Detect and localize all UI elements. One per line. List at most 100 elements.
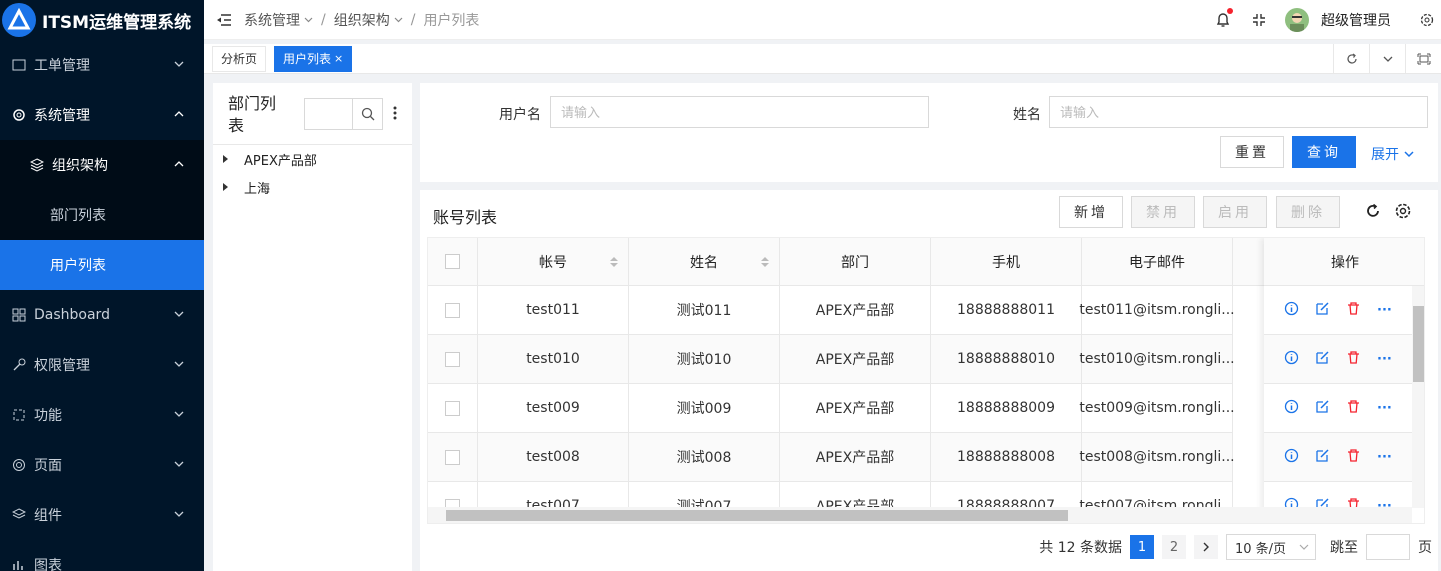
tab-analysis[interactable]: 分析页 xyxy=(212,45,267,72)
table-row[interactable]: test009 测试009 APEX产品部 18888888009 test00… xyxy=(428,384,1235,433)
scrollbar-thumb[interactable] xyxy=(446,510,1068,521)
expand-label: 展开 xyxy=(1371,147,1399,163)
chevron-down-icon[interactable] xyxy=(1369,44,1405,74)
select-all-checkbox[interactable] xyxy=(445,254,460,269)
chevron-down-icon xyxy=(174,357,184,373)
function-icon xyxy=(10,406,28,424)
tree-node[interactable]: 上海 xyxy=(213,173,412,201)
tree-node[interactable]: APEX产品部 xyxy=(213,145,412,173)
row-checkbox[interactable] xyxy=(445,400,460,416)
disable-button[interactable]: 禁用 xyxy=(1131,196,1195,228)
sidebar-item-functions[interactable]: 功能 xyxy=(0,390,204,440)
reset-button[interactable]: 重置 xyxy=(1220,136,1284,168)
delete-icon[interactable] xyxy=(1346,301,1361,320)
sidebar-item-pages[interactable]: 页面 xyxy=(0,440,204,490)
bell-icon[interactable] xyxy=(1205,8,1241,28)
column-header-label: 姓名 xyxy=(690,254,718,271)
username-input[interactable] xyxy=(550,96,929,128)
table-row[interactable]: test011 测试011 APEX产品部 18888888011 test01… xyxy=(428,286,1235,335)
sidebar-item-tickets[interactable]: 工单管理 xyxy=(0,40,204,90)
edit-icon[interactable] xyxy=(1315,448,1330,467)
more-icon[interactable]: ··· xyxy=(1377,401,1392,416)
page-unit-label: 页 xyxy=(1418,540,1432,556)
jump-input[interactable] xyxy=(1366,534,1410,560)
close-icon[interactable]: × xyxy=(334,52,343,65)
expand-link[interactable]: 展开 xyxy=(1371,144,1415,164)
info-icon[interactable] xyxy=(1284,301,1299,320)
top-header: 系统管理 / 组织架构 / 用户列表 超级管理员 xyxy=(204,0,1441,40)
tab-user-list[interactable]: 用户列表 × xyxy=(274,45,353,72)
avatar[interactable] xyxy=(1285,8,1309,32)
more-icon[interactable]: ··· xyxy=(1377,303,1392,318)
vertical-scrollbar[interactable] xyxy=(1412,286,1424,508)
header-actions: 超级管理员 xyxy=(1205,0,1441,40)
sidebar-item-components[interactable]: 组件 xyxy=(0,490,204,540)
name-input[interactable] xyxy=(1049,96,1428,128)
info-icon[interactable] xyxy=(1284,448,1299,467)
row-actions: ··· xyxy=(1264,335,1424,384)
pagination-total: 共 12 条数据 xyxy=(1039,540,1122,556)
delete-icon[interactable] xyxy=(1346,399,1361,418)
edit-icon[interactable] xyxy=(1315,399,1330,418)
dept-search xyxy=(304,98,383,130)
expand-icon[interactable] xyxy=(1405,44,1441,74)
page-button[interactable]: 2 xyxy=(1162,535,1186,559)
chevron-down-icon xyxy=(174,57,184,73)
sidebar-item-dashboard[interactable]: Dashboard xyxy=(0,290,204,340)
dept-search-input[interactable] xyxy=(305,99,352,129)
sidebar-item-permissions[interactable]: 权限管理 xyxy=(0,340,204,390)
username[interactable]: 超级管理员 xyxy=(1321,10,1391,30)
row-checkbox[interactable] xyxy=(445,351,460,367)
page-button[interactable]: 1 xyxy=(1130,535,1154,559)
table-row[interactable]: test010 测试010 APEX产品部 18888888010 test01… xyxy=(428,335,1235,384)
delete-button[interactable]: 删除 xyxy=(1276,196,1340,228)
breadcrumb-item[interactable]: 组织架构 xyxy=(334,10,390,30)
enable-button[interactable]: 启用 xyxy=(1203,196,1267,228)
row-actions: ··· xyxy=(1264,384,1424,433)
more-vertical-icon[interactable] xyxy=(393,106,397,124)
search-icon[interactable] xyxy=(352,99,382,129)
sidebar-item-dept-list[interactable]: 部门列表 xyxy=(0,190,204,240)
chevron-down-icon xyxy=(174,407,184,423)
sidebar-item-user-list[interactable]: 用户列表 xyxy=(0,240,204,290)
info-icon[interactable] xyxy=(1284,399,1299,418)
username-label: 用户名 xyxy=(499,107,541,123)
edit-icon[interactable] xyxy=(1315,350,1330,369)
more-icon[interactable]: ··· xyxy=(1377,352,1392,367)
menu-fold-icon[interactable] xyxy=(204,13,244,27)
row-checkbox[interactable] xyxy=(445,449,460,465)
sidebar-item-system[interactable]: 系统管理 xyxy=(0,90,204,140)
column-header-account[interactable]: 帐号 xyxy=(478,238,629,285)
fullscreen-icon[interactable] xyxy=(1241,13,1277,27)
delete-icon[interactable] xyxy=(1346,350,1361,369)
caret-right-icon[interactable] xyxy=(223,155,228,163)
info-icon[interactable] xyxy=(1284,350,1299,369)
scrollbar-thumb[interactable] xyxy=(1413,306,1424,382)
more-icon[interactable]: ··· xyxy=(1377,450,1392,465)
sidebar-item-charts[interactable]: 图表 xyxy=(0,540,204,571)
horizontal-scrollbar[interactable] xyxy=(428,507,1412,523)
sidebar-item-label: 页面 xyxy=(34,458,62,474)
delete-icon[interactable] xyxy=(1346,448,1361,467)
sort-icon[interactable] xyxy=(761,256,769,267)
table-row[interactable]: test008 测试008 APEX产品部 18888888008 test00… xyxy=(428,433,1235,482)
query-button[interactable]: 查询 xyxy=(1292,136,1356,168)
next-page-icon[interactable] xyxy=(1194,535,1218,559)
sort-icon[interactable] xyxy=(610,256,618,267)
caret-right-icon[interactable] xyxy=(223,183,228,191)
cell-dept: APEX产品部 xyxy=(780,335,931,383)
refresh-icon[interactable] xyxy=(1333,44,1369,74)
column-settings-icon[interactable] xyxy=(1394,202,1412,224)
sidebar-item-org[interactable]: 组织架构 xyxy=(0,140,204,190)
column-header-name[interactable]: 姓名 xyxy=(629,238,780,285)
cell-dept: APEX产品部 xyxy=(780,384,931,432)
settings-icon[interactable] xyxy=(1413,13,1441,27)
row-checkbox-cell xyxy=(428,433,478,481)
row-checkbox[interactable] xyxy=(445,302,460,318)
edit-icon[interactable] xyxy=(1315,301,1330,320)
add-button[interactable]: 新增 xyxy=(1059,196,1123,228)
page-size-select[interactable]: 10 条/页 xyxy=(1226,534,1316,560)
breadcrumb-item[interactable]: 系统管理 xyxy=(244,10,300,30)
reload-icon[interactable] xyxy=(1364,202,1382,224)
app-logo[interactable]: ITSM运维管理系统 xyxy=(0,0,204,40)
